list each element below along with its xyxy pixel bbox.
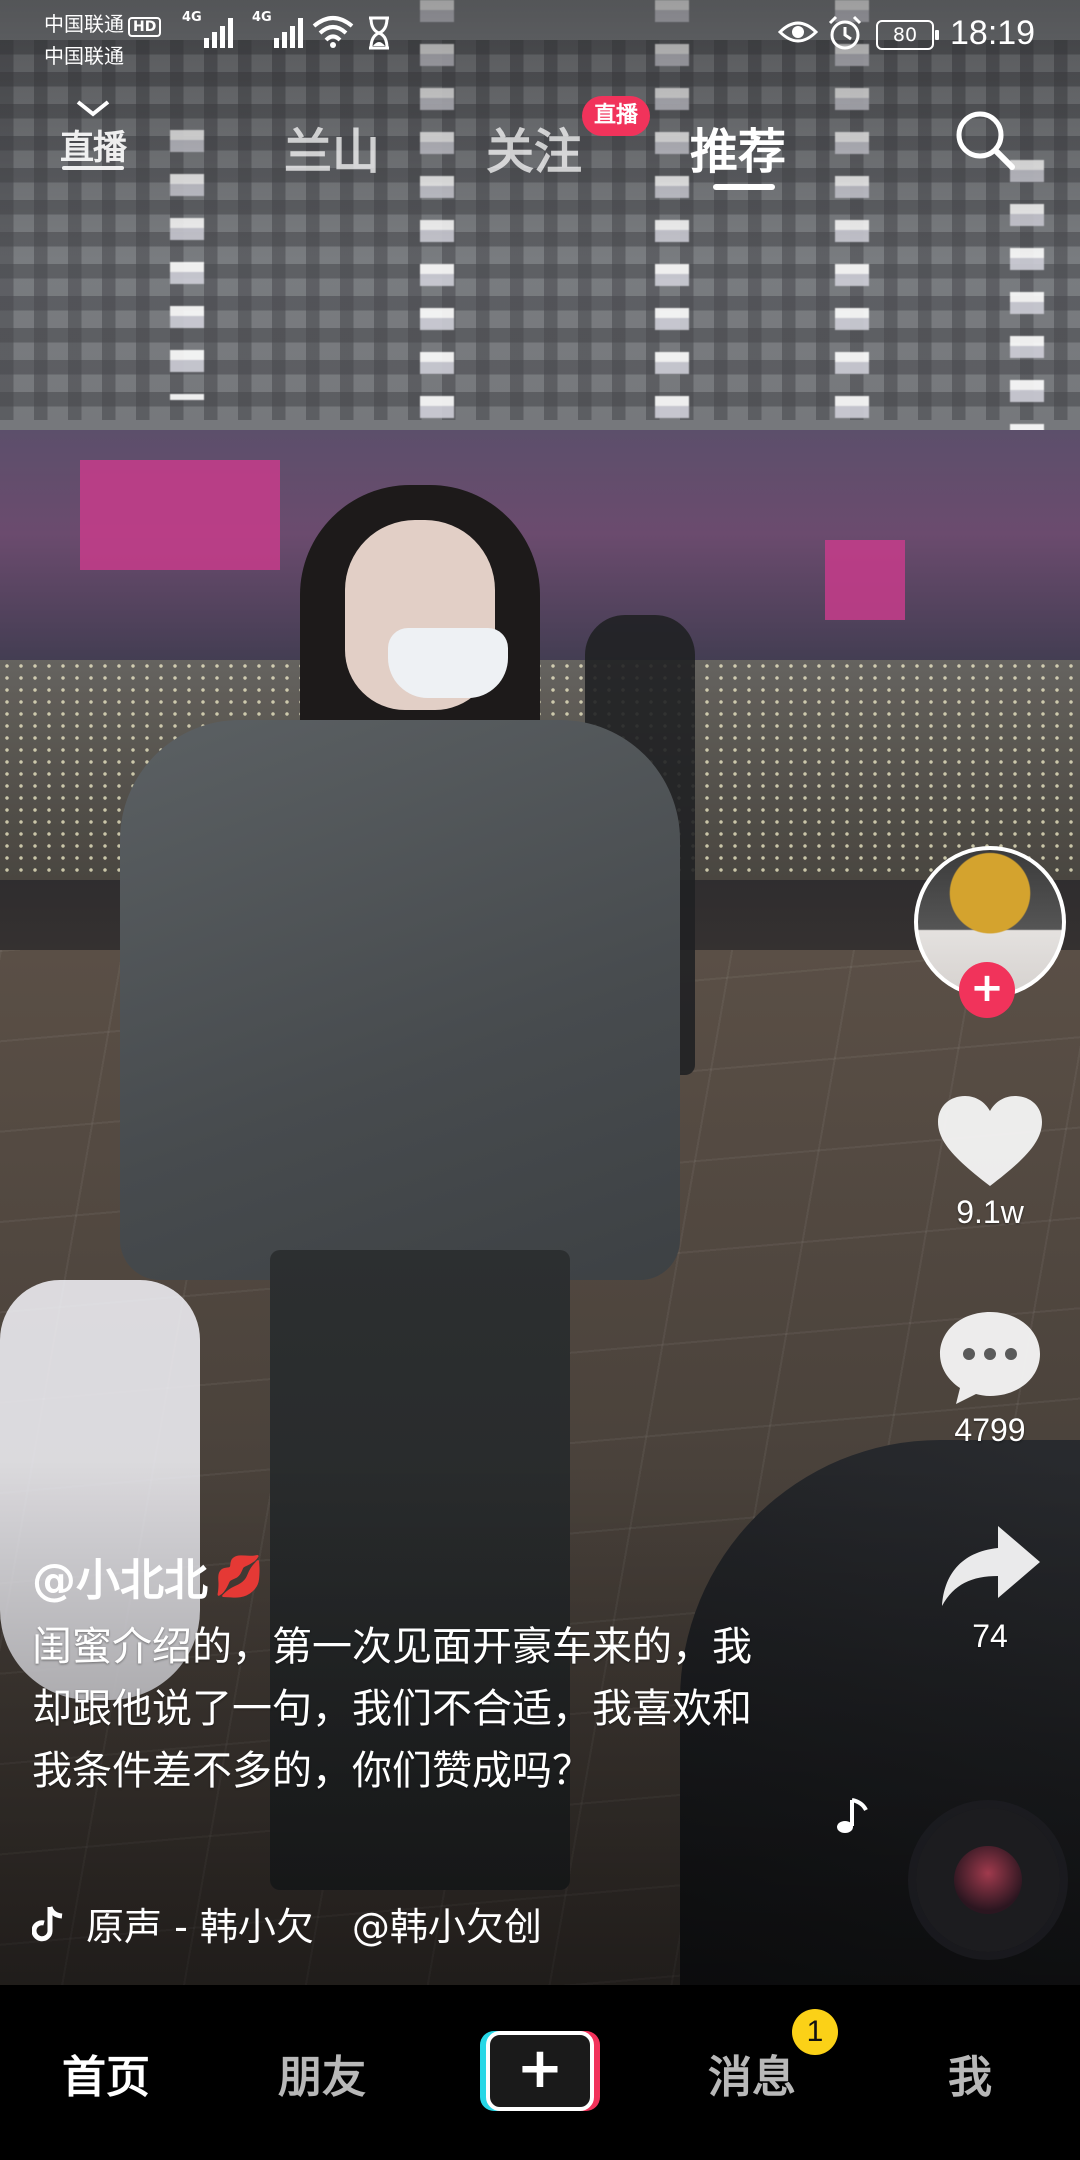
bottom-nav: 首页 朋友 + 消息 1 我	[0, 1985, 1080, 2160]
tab-following[interactable]: 关注	[486, 112, 582, 182]
share-arrow-icon	[942, 1526, 1040, 1606]
live-entry-label: 直播	[60, 128, 127, 168]
hourglass-icon	[369, 16, 389, 50]
music-title: 原声 - 韩小欠 @韩小欠创	[86, 1905, 542, 1949]
comment-count: 4799	[954, 1412, 1026, 1448]
network-type: 4G	[182, 10, 202, 25]
network-type: 4G	[252, 10, 272, 25]
like-button[interactable]: 9.1w	[920, 1094, 1060, 1231]
share-button[interactable]: 74	[920, 1522, 1060, 1655]
tab-recommended[interactable]: 推荐	[690, 112, 786, 182]
carrier-primary: 中国联通 HD	[44, 8, 162, 37]
music-disc-cover	[954, 1846, 1022, 1914]
following-live-badge: 直播	[582, 96, 651, 136]
mall-sign	[825, 540, 905, 620]
active-tab-indicator	[713, 184, 775, 190]
lips-emoji: 💋	[214, 1553, 264, 1600]
music-note-icon	[837, 1798, 868, 1833]
tab-local[interactable]: 兰山	[284, 112, 380, 182]
eye-comfort-icon	[778, 21, 818, 43]
hd-badge: HD	[128, 17, 162, 37]
alarm-icon	[828, 15, 862, 50]
signal-icon: 4G	[182, 10, 233, 48]
mall-sign	[80, 460, 280, 570]
plus-icon: +	[516, 2036, 564, 2101]
live-entry-button[interactable]: 直播	[60, 100, 127, 176]
search-icon[interactable]	[952, 107, 1018, 173]
heart-icon	[938, 1096, 1042, 1186]
share-count: 74	[972, 1618, 1008, 1654]
author-handle[interactable]: @小北北 💋	[32, 1544, 264, 1608]
nav-home[interactable]: 首页	[62, 2041, 150, 2105]
video-caption[interactable]: 闺蜜介绍的，第一次见面开豪车来的，我却跟他说了一句，我们不合适，我喜欢和我条件差…	[32, 1616, 762, 1802]
nav-messages[interactable]: 消息	[708, 2041, 796, 2105]
comment-button[interactable]: 4799	[920, 1308, 1060, 1449]
carrier-secondary: 中国联通	[44, 44, 124, 68]
status-bar: 中国联通 HD 中国联通 4G 4G 80 18:19	[0, 0, 1080, 72]
signal-icon: 4G	[252, 10, 303, 48]
subject-jacket	[120, 720, 680, 1280]
like-count: 9.1w	[956, 1194, 1024, 1230]
carrier-primary-name: 中国联通	[44, 12, 124, 36]
wifi-icon	[312, 16, 354, 48]
messages-badge: 1	[792, 2009, 838, 2055]
comment-icon	[940, 1312, 1040, 1404]
nav-friends[interactable]: 朋友	[278, 2041, 366, 2105]
create-button[interactable]: +	[480, 2031, 600, 2111]
clock: 18:19	[950, 14, 1036, 52]
author-name: @小北北	[32, 1555, 208, 1606]
music-disc[interactable]	[916, 1808, 1060, 1952]
music-info[interactable]: 原声 - 韩小欠 @韩小欠创	[32, 1896, 542, 1951]
tv-antenna-icon	[76, 100, 110, 117]
tiktok-note-icon	[32, 1905, 63, 1941]
follow-button[interactable]: +	[959, 962, 1015, 1018]
live-entry-underline	[62, 166, 124, 170]
subject-mask	[388, 628, 508, 698]
battery-indicator: 80	[876, 20, 939, 50]
nav-me[interactable]: 我	[948, 2041, 992, 2105]
